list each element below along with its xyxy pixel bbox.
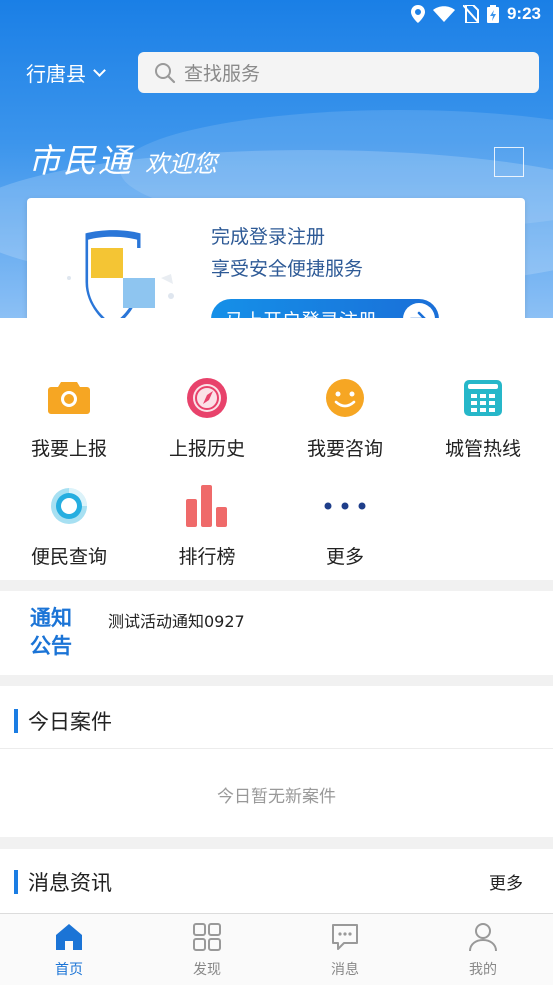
section-title: 今日案件 bbox=[14, 706, 112, 736]
wifi-icon bbox=[432, 6, 455, 22]
service-ranking[interactable]: 排行榜 bbox=[138, 484, 276, 569]
message-icon bbox=[332, 924, 358, 950]
service-more[interactable]: 更多 bbox=[276, 484, 414, 569]
login-prompt-subtitle: 享受安全便捷服务 bbox=[211, 258, 364, 280]
phone-icon bbox=[464, 380, 502, 416]
notice-tag-line: 通知 bbox=[30, 606, 72, 630]
service-history[interactable]: 上报历史 bbox=[138, 376, 276, 461]
security-shield-icon bbox=[67, 230, 174, 328]
tab-label: 首页 bbox=[55, 962, 83, 978]
notice-tag-line: 公告 bbox=[30, 634, 72, 658]
tab-label: 消息 bbox=[331, 962, 359, 978]
service-query[interactable]: 便民查询 bbox=[0, 484, 138, 569]
service-consult[interactable]: 我要咨询 bbox=[276, 376, 414, 461]
notice-tag: 通知 公告 bbox=[30, 604, 80, 660]
welcome-banner: 市民通 欢迎您 bbox=[28, 134, 217, 182]
title-accent-bar bbox=[14, 709, 18, 733]
title-accent-bar bbox=[14, 870, 18, 894]
city-selector[interactable]: 行唐县 bbox=[26, 58, 106, 87]
city-label: 行唐县 bbox=[26, 62, 86, 86]
service-label: 上报历史 bbox=[168, 438, 245, 460]
service-hotline[interactable]: 城管热线 bbox=[414, 376, 552, 461]
service-label: 更多 bbox=[325, 546, 364, 568]
tab-messages[interactable]: 消息 bbox=[276, 920, 414, 979]
service-label: 我要咨询 bbox=[306, 438, 383, 460]
compass-icon bbox=[187, 378, 227, 418]
location-icon bbox=[410, 5, 425, 23]
service-label: 排行榜 bbox=[178, 546, 236, 568]
bottom-tab-bar: 首页 发现 消息 我的 bbox=[0, 913, 553, 985]
section-title-text: 今日案件 bbox=[28, 710, 112, 734]
service-report[interactable]: 我要上报 bbox=[0, 376, 138, 461]
notice-message: 测试活动通知0927 bbox=[108, 612, 245, 631]
home-icon bbox=[56, 924, 82, 950]
brand-title: 市民通 bbox=[28, 141, 133, 180]
scan-frame-icon[interactable] bbox=[494, 147, 524, 177]
status-time: 9:23 bbox=[506, 4, 541, 23]
divider bbox=[0, 748, 553, 749]
tab-label: 发现 bbox=[193, 962, 221, 978]
news-panel: 消息资讯 更多 bbox=[0, 849, 553, 913]
today-cases-panel: 今日案件 今日暂无新案件 bbox=[0, 686, 553, 837]
notice-bar[interactable]: 通知 公告 测试活动通知0927 bbox=[0, 591, 553, 675]
search-icon bbox=[155, 62, 176, 83]
section-title: 消息资讯 bbox=[14, 867, 112, 897]
empty-state-text: 今日暂无新案件 bbox=[217, 787, 336, 807]
smile-icon bbox=[326, 379, 364, 417]
login-prompt-title: 完成登录注册 bbox=[211, 226, 326, 248]
tab-home[interactable]: 首页 bbox=[0, 920, 138, 979]
tab-discover[interactable]: 发现 bbox=[138, 920, 276, 979]
chart-ring-icon bbox=[51, 488, 87, 524]
bar-chart-icon bbox=[186, 485, 227, 527]
battery-icon bbox=[486, 5, 499, 23]
service-grid: 我要上报 上报历史 我要咨询 城管热线 便民查询 排行榜 更多 bbox=[0, 318, 553, 580]
grid-icon bbox=[193, 923, 221, 951]
tab-profile[interactable]: 我的 bbox=[414, 920, 552, 979]
no-sim-icon bbox=[462, 5, 479, 23]
user-icon bbox=[469, 923, 497, 952]
service-label: 便民查询 bbox=[30, 546, 107, 568]
tab-label: 我的 bbox=[469, 962, 497, 978]
status-bar: 9:23 bbox=[0, 0, 553, 32]
section-title-text: 消息资讯 bbox=[28, 871, 112, 895]
camera-icon bbox=[48, 382, 90, 414]
chevron-down-icon bbox=[93, 63, 106, 77]
more-dots-icon bbox=[324, 502, 366, 510]
news-more-link[interactable]: 更多 bbox=[489, 869, 523, 894]
service-label: 我要上报 bbox=[30, 438, 107, 460]
search-placeholder: 查找服务 bbox=[184, 63, 261, 85]
service-label: 城管热线 bbox=[444, 438, 521, 460]
search-input[interactable]: 查找服务 bbox=[138, 52, 539, 93]
welcome-greeting: 欢迎您 bbox=[145, 150, 217, 178]
